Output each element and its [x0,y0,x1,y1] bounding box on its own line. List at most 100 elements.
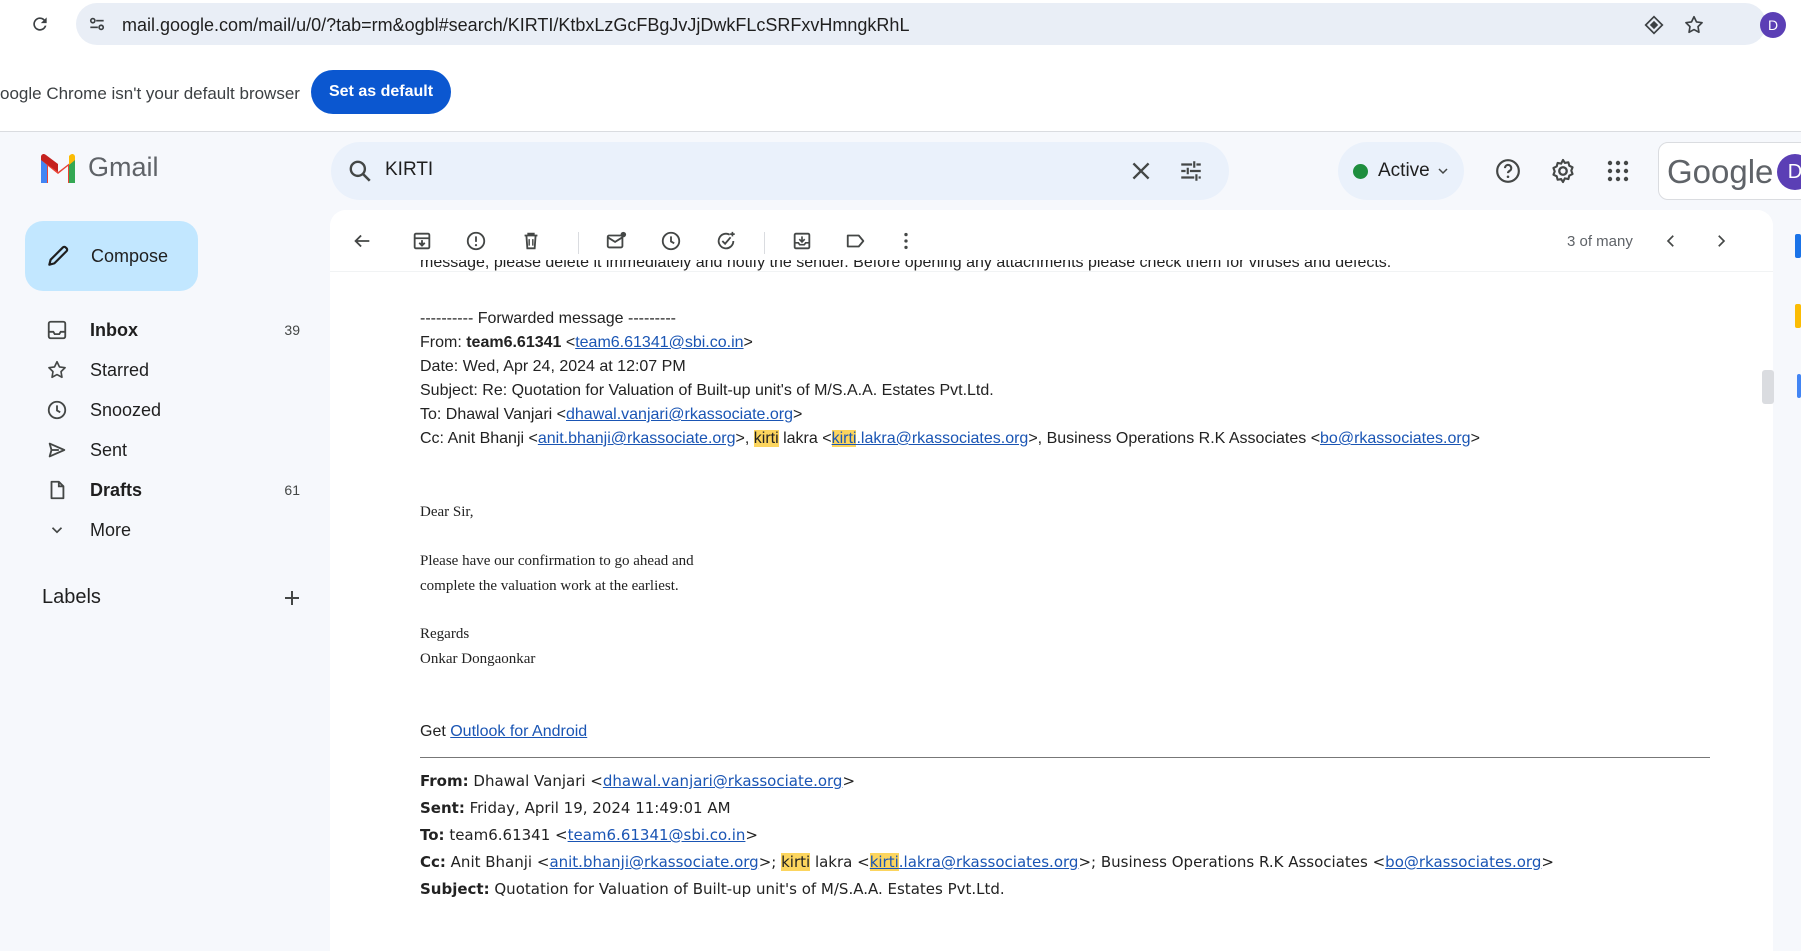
chevron-down-icon [1438,168,1448,175]
toolbar-divider [578,232,579,254]
fwd-cc-bo-link[interactable]: bo@rkassociates.org [1320,430,1471,447]
help-icon[interactable] [1494,157,1522,185]
forwarded-header: ---------- Forwarded message --------- [420,310,676,327]
calendar-addon-icon[interactable] [1795,234,1801,258]
profile-avatar[interactable]: D [1760,12,1786,38]
label-tag-icon[interactable] [842,227,870,255]
body-line-2: complete the valuation work at the earli… [420,578,679,594]
add-label-icon[interactable] [280,586,304,610]
reload-icon[interactable] [26,10,54,38]
google-account-button[interactable]: Google D [1658,142,1801,200]
report-spam-icon[interactable] [462,227,490,255]
orig-subject-label: Subject: [420,880,490,898]
sidebar-item-label: Sent [90,439,128,460]
gmail-logo[interactable]: Gmail [38,152,159,183]
search-highlight: kirti [831,430,857,447]
signature-text: Onkar Dongaonkar [420,651,536,667]
scrollbar-thumb[interactable] [1762,370,1774,404]
body-line-1: Please have our confirmation to go ahead… [420,553,694,569]
more-vert-icon[interactable] [892,227,920,255]
outlook-for-android-link[interactable]: Outlook for Android [450,723,587,740]
fwd-to-email-link[interactable]: dhawal.vanjari@rkassociate.org [566,406,793,423]
labels-heading: Labels [42,586,101,608]
site-info-icon[interactable] [86,13,108,35]
url-text[interactable]: mail.google.com/mail/u/0/?tab=rm&ogbl#se… [122,15,909,36]
orig-to-email-link[interactable]: team6.61341@sbi.co.in [568,826,746,844]
fwd-from-email-link[interactable]: team6.61341@sbi.co.in [575,334,743,351]
google-wordmark: Google [1667,153,1774,190]
sidebar-item-label: More [90,519,132,540]
search-icon[interactable] [347,158,373,184]
gmail-wordmark: Gmail [88,152,159,182]
orig-to-label: To: [420,826,445,844]
clock-icon [44,397,70,423]
fwd-cc-email1-link[interactable]: anit.bhanji@rkassociate.org [538,430,736,447]
archive-icon[interactable] [408,227,436,255]
snooze-clock-icon[interactable] [657,227,685,255]
get-text: Get [420,723,451,740]
fwd-from-line: From: team6.61341 <team6.61341@sbi.co.in… [420,334,753,351]
search-options-icon[interactable] [1178,158,1204,184]
draft-icon [44,477,70,503]
orig-cc-email2-link[interactable]: kirti.lakra@rkassociates.org [869,853,1079,871]
chevron-left-icon[interactable] [1657,227,1685,255]
orig-cc-email2-rest: .lakra@rkassociates.org [898,853,1079,871]
add-task-icon[interactable] [712,227,740,255]
fwd-cc-email2-link[interactable]: kirti.lakra@rkassociates.org [831,430,1028,447]
apps-grid-icon[interactable] [1604,157,1632,185]
lens-icon[interactable] [1642,13,1666,37]
chevron-down-icon [44,517,70,543]
tasks-addon-icon[interactable] [1797,374,1801,398]
greeting-text: Dear Sir, [420,504,474,520]
inbox-icon [44,317,70,343]
move-to-icon[interactable] [788,227,816,255]
fwd-from-name: team6.61341 [466,334,562,351]
sidebar-item-inbox[interactable]: Inbox 39 [0,310,320,350]
sidebar-item-more[interactable]: More [0,510,320,550]
browser-toolbar: mail.google.com/mail/u/0/?tab=rm&ogbl#se… [0,0,1801,48]
mark-unread-icon[interactable] [602,227,630,255]
outlook-line: Get Outlook for Android [420,723,587,741]
chevron-right-icon[interactable] [1707,227,1735,255]
search-highlight: kirti [869,853,899,871]
fwd-cc-line: Cc: Anit Bhanji <anit.bhanji@rkassociate… [420,430,1480,447]
orig-cc-bo-link[interactable]: bo@rkassociates.org [1385,853,1541,871]
address-bar[interactable]: mail.google.com/mail/u/0/?tab=rm&ogbl#se… [76,3,1766,45]
fwd-cc-prefix: Cc: Anit Bhanji < [420,430,538,447]
fwd-subject-line: Subject: Re: Quotation for Valuation of … [420,382,994,399]
search-bar[interactable]: KIRTI [331,142,1229,200]
orig-from-line: From: Dhawal Vanjari <dhawal.vanjari@rka… [420,772,856,790]
settings-gear-icon[interactable] [1549,157,1577,185]
orig-to-name: team6.61341 < [444,826,568,844]
regards-text: Regards [420,626,470,642]
search-highlight: kirti [781,853,811,871]
orig-cc-bo-text: >; Business Operations R.K Associates < [1078,853,1386,871]
orig-cc-email1-link[interactable]: anit.bhanji@rkassociate.org [549,853,758,871]
sidebar-item-label: Snoozed [90,399,162,420]
fwd-to-prefix: To: Dhawal Vanjari < [420,406,566,423]
bookmark-star-icon[interactable] [1682,13,1706,37]
compose-label: Compose [91,245,169,266]
sidebar-item-snoozed[interactable]: Snoozed [0,390,320,430]
back-arrow-icon[interactable] [348,227,376,255]
keep-addon-icon[interactable] [1795,304,1801,328]
delete-icon[interactable] [517,227,545,255]
orig-from-email-link[interactable]: dhawal.vanjari@rkassociate.org [603,772,843,790]
compose-button[interactable]: Compose [25,221,198,291]
sidebar-item-sent[interactable]: Sent [0,430,320,470]
fwd-from-label: From: [420,334,467,351]
sidebar-item-starred[interactable]: Starred [0,350,320,390]
set-as-default-button[interactable]: Set as default [311,70,451,114]
status-dot-icon [1353,163,1368,179]
search-input[interactable]: KIRTI [385,159,433,181]
orig-cc-line: Cc: Anit Bhanji <anit.bhanji@rkassociate… [420,853,1554,871]
toolbar-divider [764,232,765,254]
status-label: Active [1378,160,1430,181]
status-selector[interactable]: Active [1338,142,1464,200]
star-icon [44,357,70,383]
close-icon[interactable] [1128,158,1154,184]
orig-sent-label: Sent: [420,799,465,817]
sidebar-item-drafts[interactable]: Drafts 61 [0,470,320,510]
orig-sent-value: Friday, April 19, 2024 11:49:01 AM [464,799,731,817]
drafts-count: 61 [284,482,300,498]
